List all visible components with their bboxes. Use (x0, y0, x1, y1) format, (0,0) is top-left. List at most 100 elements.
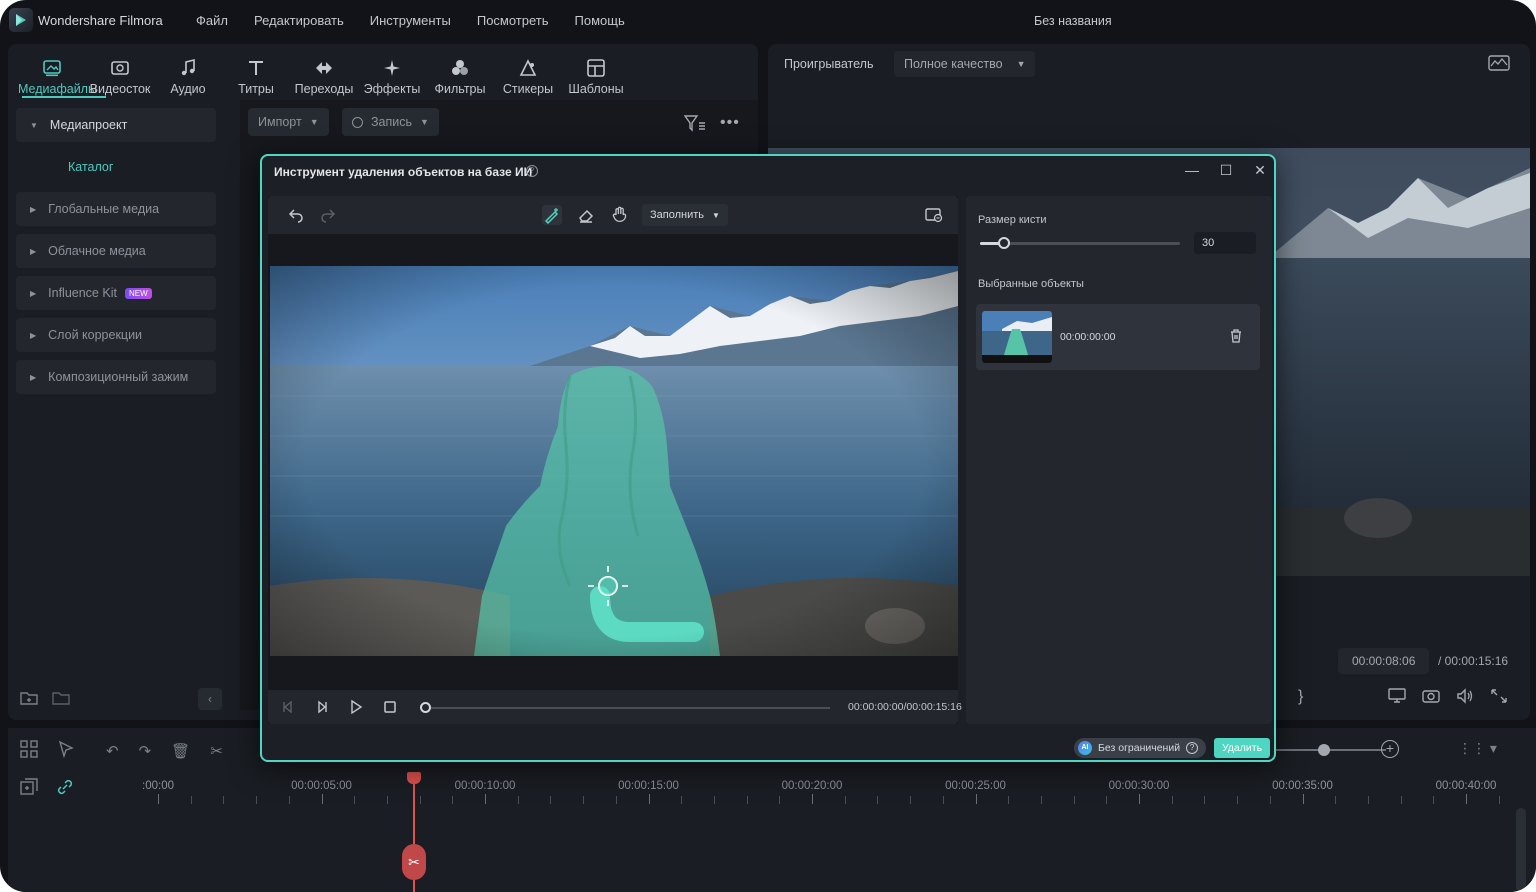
sidebar-footer (20, 690, 70, 706)
record-icon (352, 116, 363, 128)
close-icon[interactable]: ✕ (1252, 162, 1268, 179)
stop-icon[interactable] (382, 699, 398, 715)
snapshot-icon[interactable] (1422, 688, 1440, 707)
fill-mode-select[interactable]: Заполнить ▼ (642, 204, 728, 226)
sidebar-item-compound-clip[interactable]: ▶ Композиционный зажим (16, 360, 216, 394)
sidebar-item-project-media[interactable]: ▼ Медиапроект (16, 108, 216, 142)
ruler-tick (1269, 796, 1271, 804)
brush-icon[interactable] (542, 205, 562, 225)
brush-size-input[interactable]: 30 (1194, 232, 1256, 254)
selected-object-item[interactable]: 00:00:00:00 (976, 304, 1260, 370)
tab-audio[interactable]: Аудио (154, 52, 222, 96)
sidebar-item-folder[interactable]: Каталог (16, 150, 216, 184)
new-badge: NEW (124, 287, 152, 299)
menu-view[interactable]: Посмотреть (477, 13, 549, 28)
timeline-settings-icon[interactable]: ⋮⋮ ▾ (1458, 740, 1497, 757)
music-note-icon (181, 58, 195, 76)
next-frame-icon[interactable] (314, 699, 330, 715)
media-sidebar: ▼ Медиапроект Каталог ▶ Глобальные медиа ▶… (16, 108, 216, 402)
ruler-tick (485, 794, 486, 804)
more-options-icon[interactable]: ••• (720, 114, 740, 132)
menu-edit[interactable]: Редактировать (254, 13, 344, 28)
quality-value: Полное качество (904, 57, 1003, 71)
brush-size-slider[interactable] (980, 242, 1180, 245)
chevron-down-icon: ▼ (1016, 59, 1026, 69)
trash-icon[interactable]: 🗑 (171, 742, 190, 760)
sidebar-item-influence-kit[interactable]: ▶ Influence Kit NEW (16, 276, 216, 310)
waveform-monitor-icon[interactable] (1488, 54, 1510, 72)
tab-stickers[interactable]: Стикеры (494, 52, 562, 96)
zoom-slider[interactable] (1276, 749, 1386, 751)
tab-effects[interactable]: Эффекты (358, 52, 426, 96)
eraser-icon[interactable] (576, 205, 596, 225)
ruler-tick (1367, 796, 1369, 804)
menu-bar: Файл Редактировать Инструменты Посмотрет… (196, 13, 625, 28)
maximize-icon[interactable]: ☐ (1218, 162, 1234, 179)
ruler-tick (1433, 796, 1435, 804)
chevron-down-icon: ▼ (309, 117, 319, 127)
tab-stock-video[interactable]: Видеосток (86, 52, 154, 96)
minimize-icon[interactable]: — (1184, 162, 1200, 179)
tab-filters[interactable]: Фильтры (426, 52, 494, 96)
select-tool-icon[interactable] (58, 740, 76, 762)
video-frame-preview[interactable] (270, 266, 958, 656)
delete-button[interactable]: Удалить (1214, 738, 1270, 758)
tab-transitions[interactable]: Переходы (290, 52, 358, 96)
playback-timecode: 00:00:00:00/00:00:15:16 (848, 701, 962, 713)
playhead-handle[interactable] (407, 772, 421, 784)
ruler-tick (1466, 794, 1467, 804)
brush-size-slider-knob[interactable] (998, 237, 1010, 249)
compare-preview-icon[interactable] (924, 205, 944, 225)
collapse-sidebar-button[interactable]: ‹ (198, 688, 222, 710)
layout-grid-icon[interactable] (20, 740, 38, 762)
split-scissors-icon[interactable]: ✂ (402, 844, 426, 880)
play-icon[interactable] (348, 699, 364, 715)
redo-icon[interactable] (318, 205, 338, 225)
record-button[interactable]: Запись ▼ (342, 108, 439, 136)
zoom-slider-knob[interactable] (1318, 744, 1330, 756)
ruler-tick (1139, 794, 1140, 804)
menu-file[interactable]: Файл (196, 13, 228, 28)
player-label: Проигрыватель (784, 57, 874, 71)
menu-tools[interactable]: Инструменты (370, 13, 451, 28)
tab-templates[interactable]: Шаблоны (562, 52, 630, 96)
scissors-icon[interactable]: ✂ (210, 742, 223, 760)
undo-icon[interactable] (286, 205, 306, 225)
trash-icon[interactable] (1228, 328, 1244, 344)
undo-icon[interactable]: ↶ (106, 742, 119, 760)
title-bar: Wondershare Filmora Файл Редактировать И… (0, 0, 1536, 42)
hand-pan-icon[interactable] (610, 205, 630, 225)
import-button[interactable]: Импорт ▼ (248, 108, 329, 136)
sidebar-item-global-media[interactable]: ▶ Глобальные медиа (16, 192, 216, 226)
folder-icon[interactable] (52, 690, 70, 706)
fullscreen-icon[interactable] (1490, 688, 1508, 707)
sidebar-item-adjustment-layer[interactable]: ▶ Слой коррекции (16, 318, 216, 352)
current-timecode[interactable]: 00:00:08:06 (1338, 648, 1430, 674)
sidebar-item-label: Композиционный зажим (48, 370, 189, 384)
new-folder-icon[interactable] (20, 690, 38, 706)
help-icon[interactable]: ? (526, 165, 538, 177)
quality-select[interactable]: Полное качество ▼ (894, 51, 1036, 77)
tab-media-label: Медиафайлы (18, 82, 97, 96)
ruler-tick (419, 796, 421, 804)
import-label: Импорт (258, 115, 302, 129)
prev-frame-icon[interactable] (280, 699, 296, 715)
tab-titles[interactable]: Титры (222, 52, 290, 96)
display-icon[interactable] (1388, 688, 1406, 707)
zoom-in-icon[interactable]: + (1381, 740, 1399, 758)
sidebar-item-cloud-media[interactable]: ▶ Облачное медиа (16, 234, 216, 268)
playback-scrubber[interactable] (426, 707, 830, 709)
redo-icon[interactable]: ↷ (139, 742, 152, 760)
tab-media[interactable]: Медиафайлы (18, 52, 97, 96)
playback-scrubber-knob[interactable] (420, 702, 431, 713)
mark-out-icon[interactable]: } (1298, 688, 1303, 706)
ruler-label: 00:00:20:00 (781, 780, 843, 792)
help-icon[interactable]: ? (1186, 742, 1199, 754)
sidebar-item-label: Influence Kit (48, 286, 117, 300)
menu-help[interactable]: Помощь (575, 13, 625, 28)
unlimited-badge[interactable]: AI Без ограничений ? (1074, 738, 1207, 758)
volume-icon[interactable] (1456, 688, 1474, 707)
timeline-ruler[interactable]: :00:00 00:00:05:00 00:00:10:00 00:00:15:00 0… (8, 774, 1536, 814)
filter-sort-icon[interactable] (683, 114, 706, 132)
timeline-scrollbar[interactable] (1516, 808, 1526, 892)
